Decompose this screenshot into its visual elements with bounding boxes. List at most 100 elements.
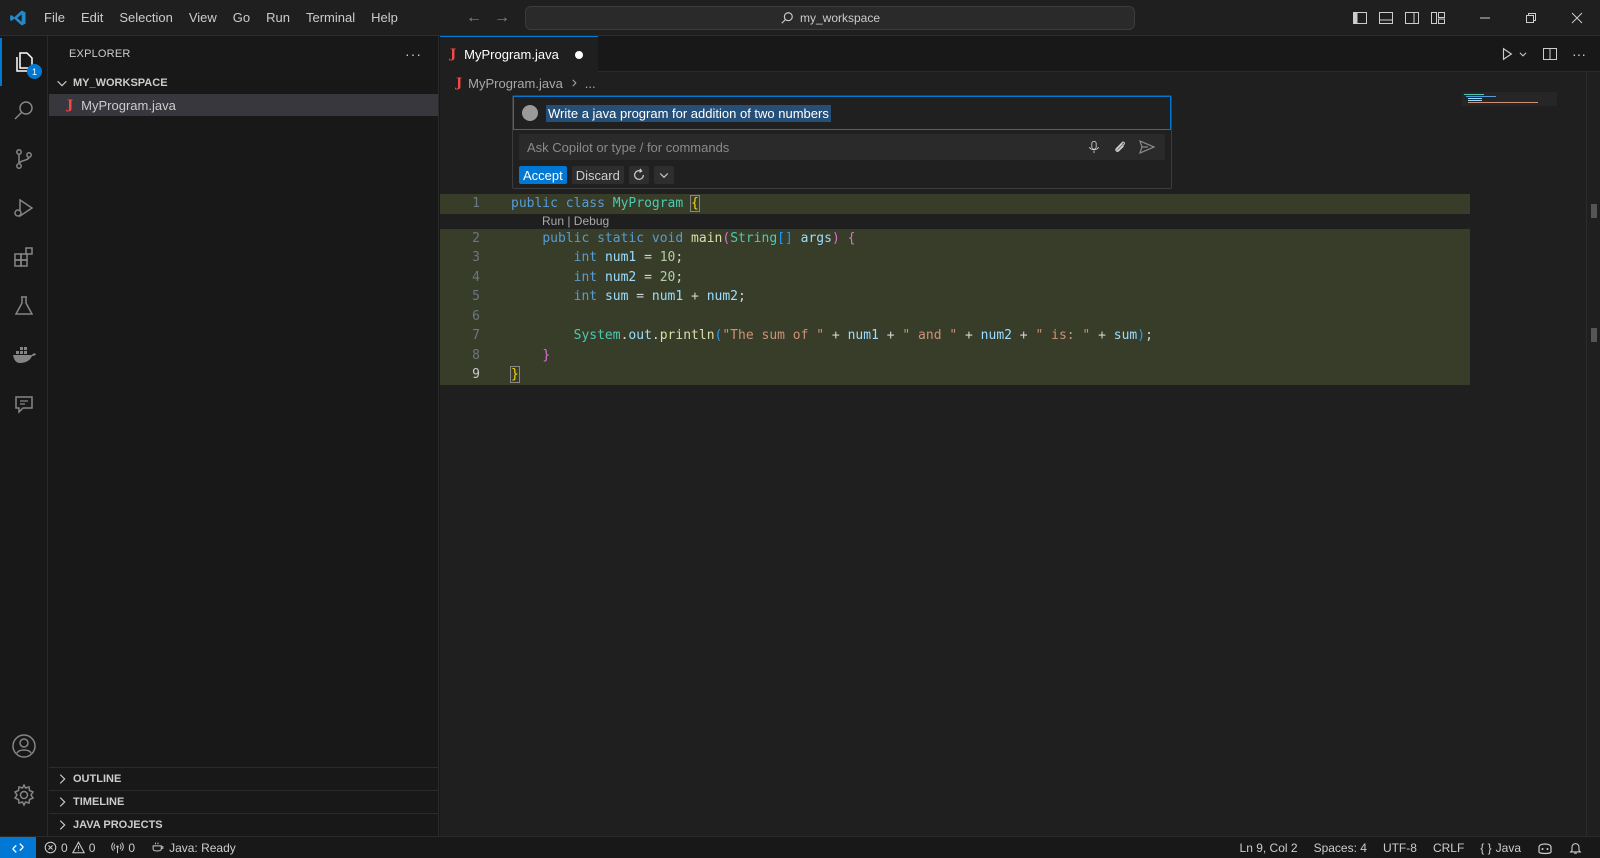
error-icon: [44, 841, 57, 854]
java-status[interactable]: Java: Ready: [143, 837, 244, 858]
menu-edit[interactable]: Edit: [73, 0, 111, 36]
split-editor-icon[interactable]: [1542, 46, 1558, 62]
run-debug-codelens[interactable]: Run | Debug: [542, 214, 609, 229]
minimize-icon[interactable]: [1462, 0, 1508, 36]
menu-help[interactable]: Help: [363, 0, 406, 36]
send-icon[interactable]: [1139, 140, 1155, 154]
java-projects-label: JAVA PROJECTS: [73, 819, 163, 831]
breadcrumb: J MyProgram.java ...: [440, 72, 1600, 94]
copilot-status-icon[interactable]: [1529, 837, 1561, 858]
forward-arrow-icon[interactable]: →: [494, 9, 510, 27]
language-mode[interactable]: { } Java: [1472, 837, 1529, 858]
outline-section[interactable]: OUTLINE: [49, 767, 438, 790]
vertical-scrollbar[interactable]: [1586, 72, 1600, 836]
java-file-icon: J: [450, 47, 457, 62]
window-controls: [1462, 0, 1600, 36]
explorer-title: EXPLORER: [69, 48, 131, 60]
outline-label: OUTLINE: [73, 773, 122, 785]
line-number: 9: [472, 367, 480, 382]
command-center[interactable]: my_workspace: [525, 6, 1135, 30]
user-avatar: [522, 105, 538, 121]
menu-view[interactable]: View: [181, 0, 225, 36]
problems-indicator[interactable]: 0 0: [36, 837, 103, 858]
chevron-down-icon[interactable]: [653, 166, 674, 184]
editor-actions: ···: [1500, 36, 1586, 72]
remote-indicator-icon[interactable]: [0, 836, 36, 858]
toggle-panel-icon[interactable]: [1378, 10, 1394, 26]
ports-indicator[interactable]: 0: [103, 837, 143, 858]
chat-icon[interactable]: [0, 380, 48, 428]
menu-terminal[interactable]: Terminal: [298, 0, 363, 36]
back-arrow-icon[interactable]: ←: [466, 9, 482, 27]
discard-button[interactable]: Discard: [571, 166, 624, 184]
breadcrumb-file[interactable]: MyProgram.java: [468, 76, 563, 91]
editor-area: J MyProgram.java ··· J MyProgram.java ..…: [440, 36, 1600, 836]
copilot-input-actions: [1087, 134, 1155, 160]
java-file-icon: J: [456, 75, 463, 91]
explorer-icon[interactable]: 1: [0, 38, 48, 86]
microphone-icon[interactable]: [1087, 140, 1101, 154]
status-right: Ln 9, Col 2 Spaces: 4 UTF-8 CRLF { } Jav…: [1232, 837, 1590, 858]
workspace-folder[interactable]: MY_WORKSPACE: [49, 72, 438, 94]
notifications-bell-icon[interactable]: [1561, 837, 1590, 858]
ports-count: 0: [128, 840, 136, 855]
code-line: 6: [440, 306, 1470, 326]
restore-icon[interactable]: [1508, 0, 1554, 36]
menu-go[interactable]: Go: [225, 0, 258, 36]
more-actions-icon[interactable]: ···: [405, 46, 422, 62]
account-icon[interactable]: [0, 722, 48, 770]
navigation-arrows: ← →: [466, 0, 510, 36]
minimap[interactable]: [1462, 92, 1557, 106]
breadcrumb-symbol[interactable]: ...: [585, 76, 596, 91]
explorer-sidebar: EXPLORER ··· MY_WORKSPACE J MyProgram.ja…: [49, 36, 439, 836]
encoding[interactable]: UTF-8: [1375, 837, 1425, 858]
docker-icon[interactable]: [0, 331, 48, 379]
unsaved-dot-icon[interactable]: [574, 50, 583, 59]
copilot-prompt-text: Write a java program for addition of two…: [546, 104, 831, 122]
error-count: 0: [61, 840, 68, 855]
code-line: 7 System.out.println("The sum of " + num…: [440, 326, 1470, 346]
line-number: 6: [472, 308, 480, 324]
code-line: 2 public static void main(String[] args)…: [440, 228, 1470, 248]
activity-bar: 1: [0, 36, 48, 836]
source-control-icon[interactable]: [0, 135, 48, 183]
command-center-label: my_workspace: [799, 11, 881, 25]
accept-button[interactable]: Accept: [519, 166, 567, 184]
regenerate-icon[interactable]: [628, 166, 649, 184]
menu-selection[interactable]: Selection: [111, 0, 180, 36]
copilot-chat-input[interactable]: Ask Copilot or type / for commands: [519, 134, 1165, 160]
search-view-icon[interactable]: [0, 86, 48, 134]
toggle-secondary-sidebar-icon[interactable]: [1404, 10, 1420, 26]
settings-gear-icon[interactable]: [0, 771, 48, 819]
broadcast-icon: [111, 842, 125, 854]
code-line: 5 int sum = num1 + num2;: [440, 287, 1470, 307]
code-line: 3 int num1 = 10;: [440, 248, 1470, 268]
java-projects-section[interactable]: JAVA PROJECTS: [49, 813, 438, 836]
testing-flask-icon[interactable]: [0, 282, 48, 330]
menu-file[interactable]: File: [36, 0, 73, 36]
more-editor-actions-icon[interactable]: ···: [1572, 46, 1586, 62]
code-editor[interactable]: 1 public class MyProgram { Run | Debug 2…: [440, 194, 1470, 385]
file-item-myprogram[interactable]: J MyProgram.java: [49, 94, 438, 116]
toggle-primary-sidebar-icon[interactable]: [1352, 10, 1368, 26]
tab-myprogram-java[interactable]: J MyProgram.java: [440, 36, 598, 72]
attach-paperclip-icon[interactable]: [1113, 140, 1127, 154]
tab-label: MyProgram.java: [464, 47, 559, 62]
status-bar: 0 0 0 Java: Ready Ln 9, Col 2 Spaces: 4 …: [0, 836, 1600, 858]
chevron-right-icon: [59, 797, 66, 807]
extensions-icon[interactable]: [0, 233, 48, 281]
run-debug-icon[interactable]: [0, 184, 48, 232]
indentation[interactable]: Spaces: 4: [1306, 837, 1375, 858]
run-java-icon[interactable]: [1500, 47, 1528, 61]
chevron-right-icon: [59, 774, 66, 784]
line-number: 5: [472, 289, 480, 304]
customize-layout-icon[interactable]: [1430, 10, 1446, 26]
menu-run[interactable]: Run: [258, 0, 298, 36]
java-status-label: Java: Ready: [169, 840, 236, 855]
timeline-section[interactable]: TIMELINE: [49, 790, 438, 813]
cursor-position[interactable]: Ln 9, Col 2: [1232, 837, 1306, 858]
copilot-prompt[interactable]: Write a java program for addition of two…: [513, 96, 1171, 130]
code-line: 8 }: [440, 345, 1470, 365]
close-icon[interactable]: [1554, 0, 1600, 36]
end-of-line[interactable]: CRLF: [1425, 837, 1472, 858]
